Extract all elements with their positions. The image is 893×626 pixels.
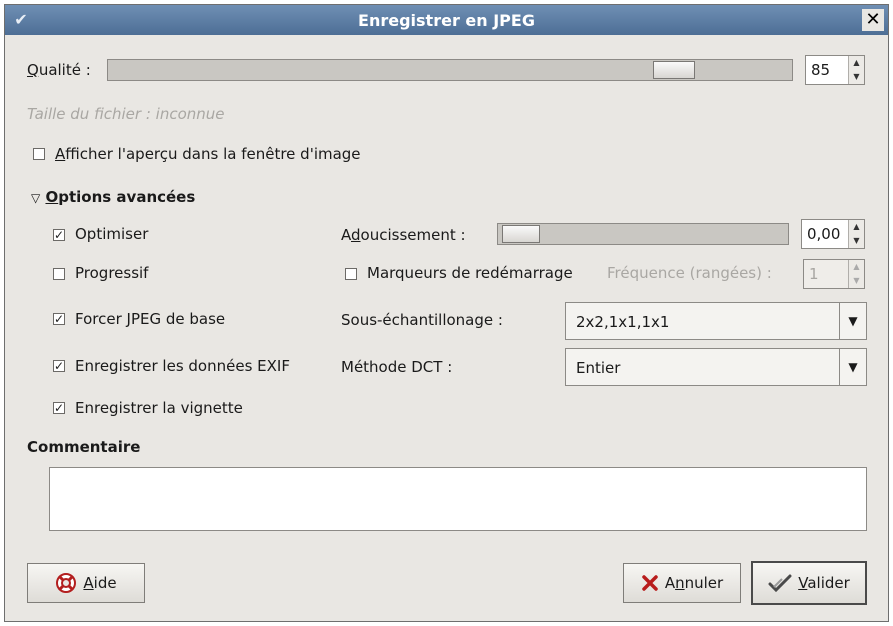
smoothing-spinbutton[interactable]: 0,00 ▲ ▼ (801, 219, 865, 249)
subsampling-value: 2x2,1x1,1x1 (576, 313, 670, 331)
cancel-label-post: nuler (684, 574, 724, 592)
ok-mnemonic: V (798, 574, 808, 592)
smoothing-label-pre: A (341, 226, 351, 244)
smoothing-slider[interactable] (497, 223, 789, 245)
thumbnail-checkbox[interactable]: ✓ (53, 402, 65, 414)
smoothing-label-mnemonic: d (351, 226, 361, 244)
check-icon (768, 574, 792, 593)
preview-label-text: fficher l'aperçu dans la fenêtre d'image (65, 145, 361, 163)
ok-label-text: alider (807, 574, 850, 592)
baseline-checkbox[interactable]: ✓ (53, 313, 65, 325)
chevron-down-icon[interactable]: ▼ (839, 303, 866, 339)
dct-combo[interactable]: Entier ▼ (565, 348, 867, 386)
help-label-text: ide (93, 574, 117, 592)
help-mnemonic: A (83, 574, 94, 592)
preview-label[interactable]: Afficher l'aperçu dans la fenêtre d'imag… (55, 145, 361, 163)
title-bar: ✔ Enregistrer en JPEG ✕ (5, 5, 888, 35)
close-button[interactable]: ✕ (862, 9, 884, 31)
cancel-label-pre: A (664, 574, 676, 592)
smoothing-label-post: oucissement : (360, 226, 466, 244)
spin-arrows-icon[interactable]: ▲ ▼ (848, 260, 864, 288)
quality-label-mnemonic: Q (27, 61, 39, 79)
subsampling-combo[interactable]: 2x2,1x1,1x1 ▼ (565, 302, 867, 340)
help-button-label: Aide (83, 574, 116, 592)
cancel-button-label: Annuler (665, 574, 723, 592)
help-button[interactable]: Aide (27, 563, 145, 603)
restart-frequency-spinbutton[interactable]: 1 ▲ ▼ (803, 259, 865, 289)
optimize-label[interactable]: Optimiser (75, 225, 148, 243)
preview-checkbox[interactable] (33, 148, 45, 160)
advanced-options-mnemonic: O (45, 188, 59, 206)
advanced-options-title: ptions avancées (58, 188, 196, 206)
dct-label: Méthode DCT : (341, 358, 453, 376)
smoothing-value: 0,00 (807, 225, 841, 243)
window-menu-icon[interactable]: ✔ (11, 10, 31, 30)
quality-slider-thumb[interactable] (653, 61, 695, 79)
expander-arrow-icon: ▽ (31, 191, 41, 205)
ok-button-label: Valider (798, 574, 850, 592)
spin-arrows-icon[interactable]: ▲ ▼ (848, 56, 864, 84)
exif-label[interactable]: Enregistrer les données EXIF (75, 357, 290, 375)
progressive-label[interactable]: Progressif (75, 264, 148, 282)
baseline-label[interactable]: Forcer JPEG de base (75, 310, 225, 328)
file-size-label: Taille du fichier : inconnue (27, 105, 225, 123)
restart-frequency-value: 1 (809, 265, 819, 283)
quality-slider[interactable] (107, 59, 793, 81)
subsampling-label: Sous-échantillonage : (341, 311, 503, 329)
optimize-checkbox[interactable]: ✓ (53, 229, 65, 241)
spin-arrows-icon[interactable]: ▲ ▼ (848, 220, 864, 248)
thumbnail-label[interactable]: Enregistrer la vignette (75, 399, 243, 417)
ok-button[interactable]: Valider (751, 561, 867, 605)
exif-checkbox[interactable]: ✓ (53, 360, 65, 372)
cancel-mnemonic: n (675, 574, 685, 592)
restart-frequency-label: Fréquence (rangées) : (607, 264, 772, 282)
progressive-checkbox[interactable] (53, 268, 65, 280)
smoothing-slider-thumb[interactable] (502, 225, 540, 243)
jpeg-save-dialog: ✔ Enregistrer en JPEG ✕ Qualité : 85 ▲ ▼ … (4, 4, 889, 622)
comment-title: Commentaire (27, 438, 141, 456)
quality-spinbutton[interactable]: 85 ▲ ▼ (805, 55, 865, 85)
window-title: Enregistrer en JPEG (358, 10, 535, 30)
chevron-down-icon[interactable]: ▼ (839, 349, 866, 385)
quality-label-text: ualité : (38, 61, 91, 79)
cancel-button[interactable]: Annuler (623, 563, 741, 603)
restart-markers-checkbox[interactable] (345, 268, 357, 280)
quality-label: Qualité : (27, 61, 91, 79)
restart-markers-label[interactable]: Marqueurs de redémarrage (367, 264, 573, 282)
x-icon (642, 575, 658, 591)
comment-textarea[interactable] (49, 467, 867, 531)
advanced-options-expander[interactable]: ▽ Options avancées (31, 188, 195, 206)
dct-value: Entier (576, 359, 621, 377)
lifebuoy-icon (56, 573, 77, 593)
quality-value: 85 (811, 61, 831, 79)
preview-label-mnemonic: A (55, 145, 66, 163)
smoothing-label: Adoucissement : (341, 226, 466, 244)
